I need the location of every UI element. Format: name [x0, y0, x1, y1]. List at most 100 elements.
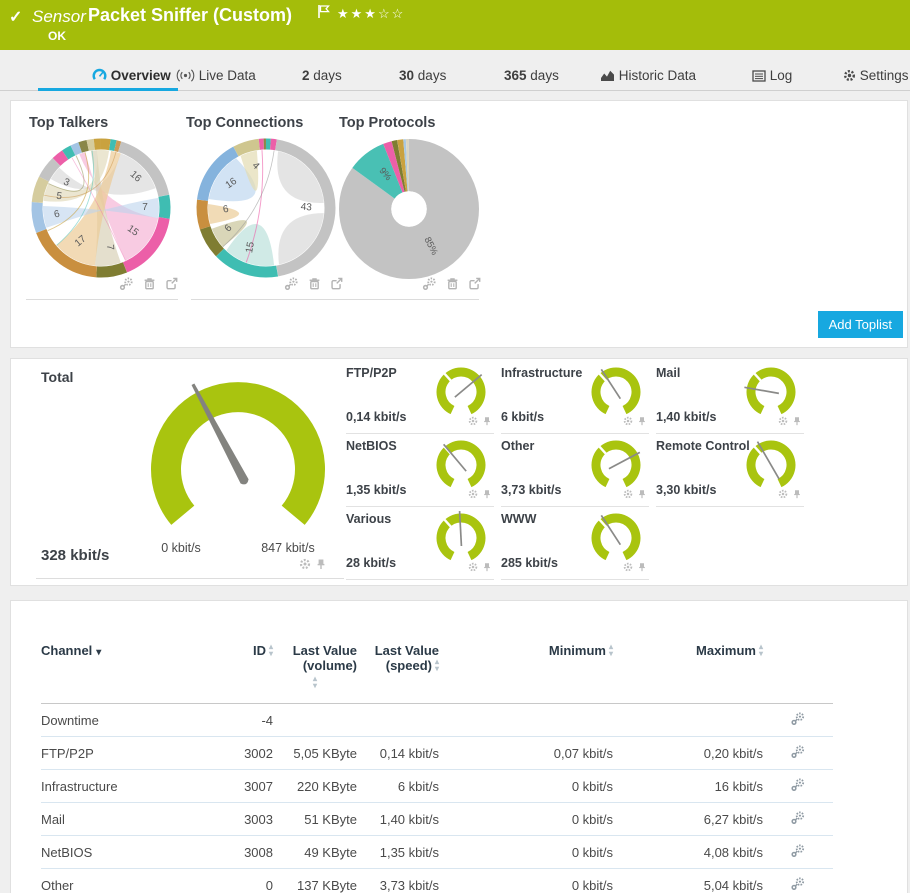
sort-icon[interactable]: ▴▾	[759, 643, 763, 657]
cell-volume	[273, 704, 357, 737]
cell-id: 3002	[191, 737, 273, 770]
sort-icon[interactable]: ▴▾	[273, 675, 357, 689]
gear-icon[interactable]	[778, 486, 788, 504]
mini-gauge-actions	[778, 486, 802, 504]
table-row-other[interactable]: Other 0 137 KByte 3,73 kbit/s 0 kbit/s 5…	[41, 869, 833, 893]
pin-icon[interactable]	[637, 559, 647, 577]
tab-live-data[interactable]: Live Data	[176, 68, 256, 83]
edit-channel-icon[interactable]	[791, 844, 805, 860]
tab-log[interactable]: Log	[752, 68, 792, 83]
col-header-id[interactable]: ID▴▾	[191, 639, 273, 704]
mini-gauge-actions	[468, 413, 492, 431]
top-connections-chord-chart[interactable]: 43 15 6 6 16 4	[191, 133, 341, 283]
cell-channel[interactable]: Other	[41, 869, 191, 893]
delete-toplist-icon[interactable]	[308, 277, 321, 295]
pin-icon[interactable]	[482, 486, 492, 504]
delete-toplist-icon[interactable]	[143, 277, 156, 295]
table-row-netbios[interactable]: NetBIOS 3008 49 KByte 1,35 kbit/s 0 kbit…	[41, 836, 833, 869]
total-gauge-chart	[138, 371, 338, 543]
open-toplist-icon[interactable]	[165, 277, 178, 295]
toplist-title-protocols[interactable]: Top Protocols	[339, 115, 435, 131]
gear-icon[interactable]	[623, 486, 633, 504]
gear-icon[interactable]	[778, 413, 788, 431]
cell-max: 5,04 kbit/s	[613, 869, 763, 893]
tab-30-days[interactable]: 30 days	[399, 68, 446, 83]
sort-icon[interactable]: ▴▾	[435, 658, 439, 672]
tab-settings[interactable]: Settings	[843, 68, 909, 83]
col-header-channel[interactable]: Channel▾	[41, 639, 191, 704]
cell-channel[interactable]: Mail	[41, 803, 191, 836]
gear-icon[interactable]	[468, 413, 478, 431]
toplist-title-connections[interactable]: Top Connections	[186, 115, 303, 131]
gear-icon[interactable]	[468, 559, 478, 577]
tab-365-days[interactable]: 365 days	[504, 68, 559, 83]
total-gauge-value: 328 kbit/s	[41, 547, 109, 564]
pin-icon[interactable]	[637, 486, 647, 504]
prtg-sensor-page: ✓ Sensor Packet Sniffer (Custom) ★★★☆☆ O…	[0, 0, 910, 893]
tab-overview[interactable]: Overview	[92, 68, 171, 83]
mini-gauge-actions	[778, 413, 802, 431]
toplist-title-talkers[interactable]: Top Talkers	[29, 115, 108, 131]
channel-gauge-mail[interactable]: Mail 1,40 kbit/s	[656, 364, 804, 434]
active-tab-underline	[38, 88, 178, 91]
sort-icon[interactable]: ▴▾	[609, 643, 613, 657]
priority-flag-icon[interactable]	[317, 4, 330, 24]
gear-icon[interactable]	[299, 557, 311, 575]
pin-icon[interactable]	[792, 486, 802, 504]
pin-icon[interactable]	[482, 413, 492, 431]
delete-toplist-icon[interactable]	[446, 277, 459, 295]
channel-gauge-www[interactable]: WWW 285 kbit/s	[501, 510, 649, 580]
top-protocols-pie-chart[interactable]: 85% 9%	[339, 139, 479, 279]
pin-icon[interactable]	[315, 557, 327, 575]
open-toplist-icon[interactable]	[330, 277, 343, 295]
mini-gauge-actions	[623, 559, 647, 577]
pin-icon[interactable]	[792, 413, 802, 431]
priority-stars[interactable]: ★★★☆☆	[337, 6, 405, 22]
sort-desc-icon[interactable]: ▾	[96, 647, 101, 658]
broadcast-icon	[176, 69, 195, 82]
sort-icon[interactable]: ▴▾	[269, 643, 273, 657]
edit-channel-icon[interactable]	[791, 877, 805, 893]
edit-toplist-icon[interactable]	[422, 277, 437, 295]
gear-icon[interactable]	[623, 559, 633, 577]
col-header-last-volume[interactable]: Last Value (volume) ▴▾	[273, 639, 357, 704]
gear-icon[interactable]	[468, 486, 478, 504]
top-talkers-chord-chart[interactable]: 16 7 15 7 17 6 5 3	[26, 133, 176, 283]
tab-2-days[interactable]: 2 days	[302, 68, 342, 83]
col-header-minimum[interactable]: Minimum▴▾	[439, 639, 613, 704]
table-row-ftp-p2p[interactable]: FTP/P2P 3002 5,05 KByte 0,14 kbit/s 0,07…	[41, 737, 833, 770]
total-gauge-actions	[299, 557, 327, 575]
table-row-infrastructure[interactable]: Infrastructure 3007 220 KByte 6 kbit/s 0…	[41, 770, 833, 803]
cell-volume: 49 KByte	[273, 836, 357, 869]
edit-channel-icon[interactable]	[791, 811, 805, 827]
edit-channel-icon[interactable]	[791, 778, 805, 794]
col-header-edit	[763, 639, 833, 704]
tab-historic-data[interactable]: Historic Data	[600, 68, 696, 83]
channel-gauge-ftp-p2p[interactable]: FTP/P2P 0,14 kbit/s	[346, 364, 494, 434]
cell-channel[interactable]: Infrastructure	[41, 770, 191, 803]
edit-channel-icon[interactable]	[791, 745, 805, 761]
table-row-mail[interactable]: Mail 3003 51 KByte 1,40 kbit/s 0 kbit/s …	[41, 803, 833, 836]
channel-gauge-other[interactable]: Other 3,73 kbit/s	[501, 437, 649, 507]
channel-gauge-remote-control[interactable]: Remote Control 3,30 kbit/s	[656, 437, 804, 507]
col-header-last-speed[interactable]: Last Value (speed)▴▾	[357, 639, 439, 704]
log-list-icon	[752, 70, 766, 82]
open-toplist-icon[interactable]	[468, 277, 481, 295]
channel-gauge-various[interactable]: Various 28 kbit/s	[346, 510, 494, 580]
cell-speed: 6 kbit/s	[357, 770, 439, 803]
edit-channel-icon[interactable]	[791, 712, 805, 728]
table-row-downtime[interactable]: Downtime -4	[41, 704, 833, 737]
edit-toplist-icon[interactable]	[284, 277, 299, 295]
channel-gauge-netbios[interactable]: NetBIOS 1,35 kbit/s	[346, 437, 494, 507]
cell-channel[interactable]: FTP/P2P	[41, 737, 191, 770]
channel-gauge-infrastructure[interactable]: Infrastructure 6 kbit/s	[501, 364, 649, 434]
cell-channel[interactable]: NetBIOS	[41, 836, 191, 869]
cell-id: 0	[191, 869, 273, 893]
gear-icon[interactable]	[623, 413, 633, 431]
pin-icon[interactable]	[637, 413, 647, 431]
cell-channel[interactable]: Downtime	[41, 704, 191, 737]
edit-toplist-icon[interactable]	[119, 277, 134, 295]
col-header-maximum[interactable]: Maximum▴▾	[613, 639, 763, 704]
add-toplist-button[interactable]: Add Toplist	[818, 311, 903, 338]
pin-icon[interactable]	[482, 559, 492, 577]
